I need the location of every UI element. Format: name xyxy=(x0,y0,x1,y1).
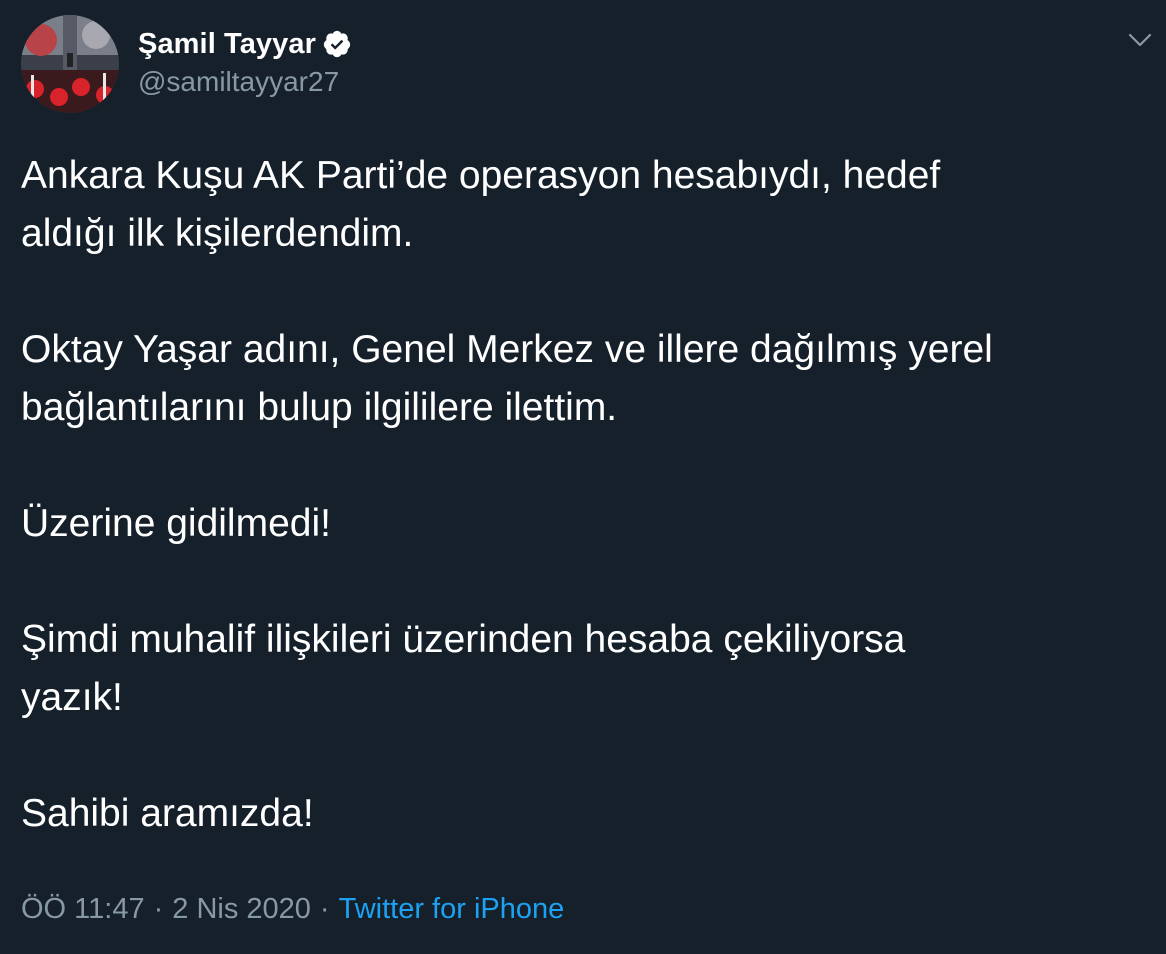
tweet-text: Ankara Kuşu AK Parti’de operasyon hesabı… xyxy=(21,147,1146,843)
tweet-metadata: ÖÖ 11:47 · 2 Nis 2020 · Twitter for iPho… xyxy=(21,893,564,926)
tweet-detail: Şamil Tayyar @samiltayyar27 Ankara Kuşu … xyxy=(0,0,1166,954)
avatar[interactable] xyxy=(21,15,119,113)
chevron-down-icon[interactable] xyxy=(1124,24,1156,56)
tweet-date[interactable]: 2 Nis 2020 xyxy=(172,893,311,926)
tweet-paragraph: Ankara Kuşu AK Parti’de operasyon hesabı… xyxy=(21,154,941,255)
verified-badge-icon xyxy=(322,29,352,59)
author-handle[interactable]: @samiltayyar27 xyxy=(138,66,339,98)
tweet-paragraph: Şimdi muhalif ilişkileri üzerinden hesab… xyxy=(21,618,906,719)
avatar-image xyxy=(21,15,119,113)
separator: · xyxy=(153,893,164,925)
tweet-paragraph: Sahibi aramızda! xyxy=(21,792,314,835)
tweet-paragraph: Üzerine gidilmedi! xyxy=(21,502,331,545)
separator: · xyxy=(319,893,330,925)
tweet-time[interactable]: ÖÖ 11:47 xyxy=(21,893,145,926)
tweet-paragraph: Oktay Yaşar adını, Genel Merkez ve iller… xyxy=(21,328,993,429)
author-name-row[interactable]: Şamil Tayyar xyxy=(138,26,352,62)
author-display-name[interactable]: Şamil Tayyar xyxy=(138,28,316,61)
tweet-source-link[interactable]: Twitter for iPhone xyxy=(339,893,565,926)
